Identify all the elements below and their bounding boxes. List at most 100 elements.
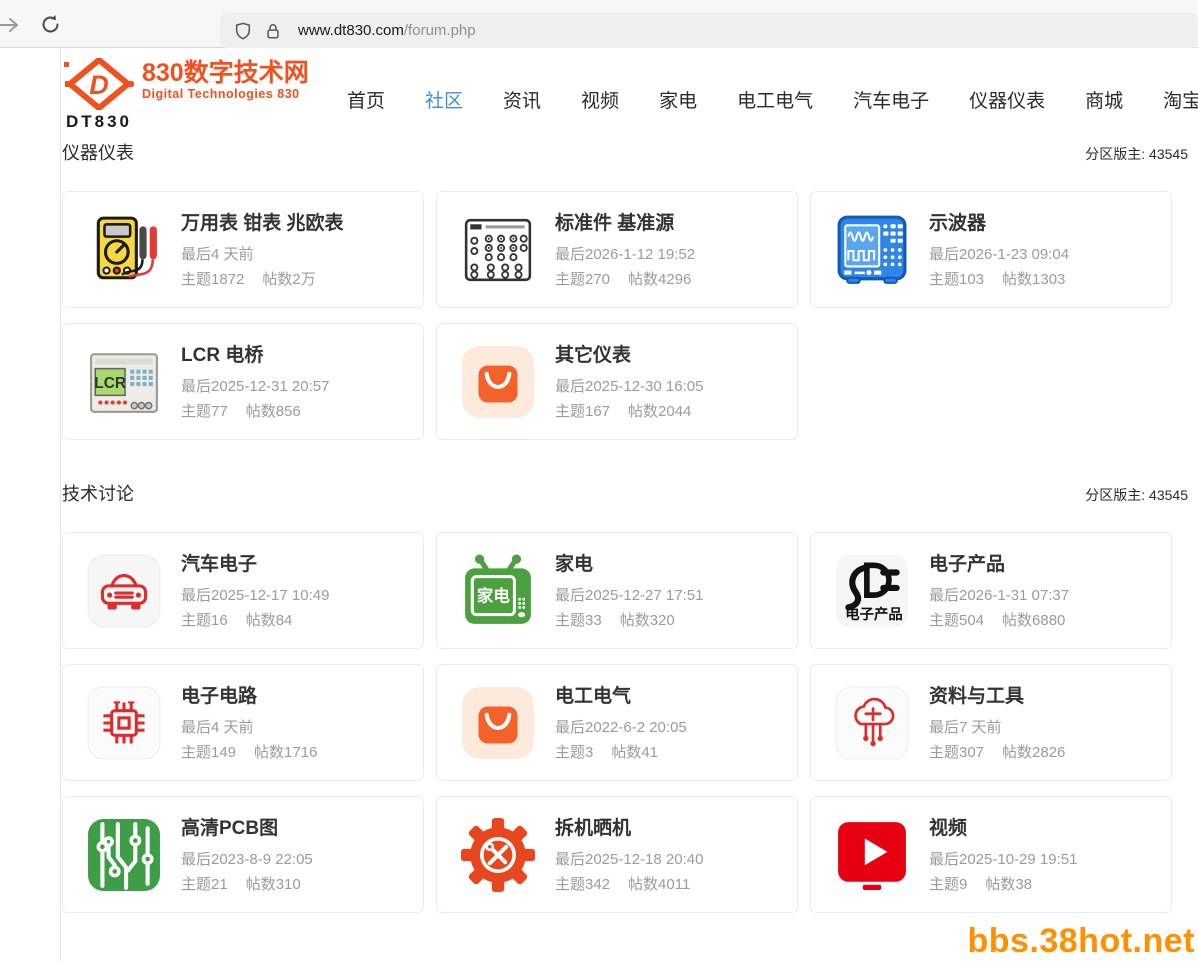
card-topic-count: 主题167: [555, 399, 610, 424]
logo-title: 830数字技术网: [142, 60, 309, 87]
lock-icon[interactable]: [264, 22, 282, 40]
card-text: 标准件 基准源最后2026-1-12 19:52主题270帖数4296: [555, 208, 695, 292]
forum-card[interactable]: 万用表 钳表 兆欧表最后4 天前主题1872帖数2万: [62, 191, 424, 308]
url-text[interactable]: www.dt830.com/forum.php: [298, 22, 476, 39]
card-text: 其它仪表最后2025-12-30 16:05主题167帖数2044: [555, 340, 703, 424]
section-title: 技术讨论: [62, 480, 134, 506]
card-last-post-time: 最后2025-12-31 20:57: [181, 374, 329, 399]
card-title: 家电: [555, 549, 703, 576]
top-navigation: 首页 社区 资讯 视频 家电 电工电气 汽车电子 仪器仪表 商城 淘宝: [347, 86, 1198, 116]
card-text: 示波器最后2026-1-23 09:04主题103帖数1303: [929, 208, 1069, 292]
forum-card[interactable]: 电子产品电子产品最后2026-1-31 07:37主题504帖数6880: [810, 532, 1172, 649]
card-post-count: 帖数2044: [628, 399, 691, 424]
play-icon: [835, 818, 909, 892]
forum-card[interactable]: 视频最后2025-10-29 19:51主题9帖数38: [810, 796, 1172, 913]
card-text: 资料与工具最后7 天前主题307帖数2826: [929, 681, 1065, 765]
forum-card[interactable]: 资料与工具最后7 天前主题307帖数2826: [810, 664, 1172, 781]
card-last-post-time: 最后2026-1-23 09:04: [929, 242, 1069, 267]
pcb-icon: [87, 818, 161, 892]
card-stats: 主题77 帖数856: [181, 399, 329, 424]
card-post-count: 帖数1716: [254, 740, 317, 765]
nav-item-汽车电子[interactable]: 汽车电子: [853, 86, 929, 116]
card-last-post-time: 最后2026-1-12 19:52: [555, 242, 695, 267]
url-host: www.dt830.com: [298, 22, 404, 39]
logo-mark-text: DT830: [66, 112, 132, 132]
card-title: 汽车电子: [181, 549, 329, 576]
card-last-post-time: 最后2025-12-17 10:49: [181, 583, 329, 608]
card-title: 视频: [929, 813, 1077, 840]
card-post-count: 帖数856: [246, 399, 301, 424]
card-post-count: 帖数2万: [262, 267, 315, 292]
card-topic-count: 主题21: [181, 872, 228, 897]
card-last-post-time: 最后2025-10-29 19:51: [929, 847, 1077, 872]
card-last-post-time: 最后2025-12-27 17:51: [555, 583, 703, 608]
card-stats: 主题504 帖数6880: [929, 608, 1069, 633]
card-stats: 主题16帖数84: [181, 608, 329, 633]
site-logo[interactable]: D DT830 830数字技术网 Digital Technologies 83…: [64, 58, 309, 132]
shield-icon[interactable]: [234, 22, 252, 40]
forum-card[interactable]: 汽车电子最后2025-12-17 10:49主题16帖数84: [62, 532, 424, 649]
card-title: 万用表 钳表 兆欧表: [181, 208, 344, 235]
card-stats: 主题21 帖数310: [181, 872, 313, 897]
reference-panel-icon: [461, 213, 535, 287]
card-topic-count: 主题307: [929, 740, 984, 765]
forum-grid: 万用表 钳表 兆欧表最后4 天前主题1872帖数2万标准件 基准源最后2026-…: [62, 191, 1188, 440]
card-text: 电子电路最后4 天前主题149帖数1716: [181, 681, 317, 765]
card-last-post-time: 最后7 天前: [929, 715, 1065, 740]
nav-item-家电[interactable]: 家电: [659, 86, 697, 116]
reload-icon[interactable]: [40, 14, 61, 35]
section-moderator[interactable]: 分区版主: 43545: [1085, 144, 1188, 164]
card-post-count: 帖数310: [246, 872, 301, 897]
card-text: 电工电气最后2022-6-2 20:05主题3帖数41: [555, 681, 687, 765]
oscilloscope-icon: [835, 213, 909, 287]
card-stats: 主题33帖数320: [555, 608, 703, 633]
forward-arrow-icon[interactable]: [0, 17, 20, 33]
card-topic-count: 主题504: [929, 608, 984, 633]
card-post-count: 帖数41: [611, 740, 658, 765]
forum-card[interactable]: LCRLCR 电桥最后2025-12-31 20:57主题77帖数856: [62, 323, 424, 440]
card-title: 标准件 基准源: [555, 208, 695, 235]
forum-section: 技术讨论 分区版主: 43545 汽车电子最后2025-12-17 10:49主题1…: [62, 480, 1188, 913]
logo-subtitle: Digital Technologies 830: [142, 87, 309, 101]
card-last-post-time: 最后2025-12-18 20:40: [555, 847, 703, 872]
forum-card[interactable]: 电子电路最后4 天前主题149帖数1716: [62, 664, 424, 781]
card-post-count: 帖数6880: [1002, 608, 1065, 633]
card-title: 拆机晒机: [555, 813, 703, 840]
forum-card[interactable]: 示波器最后2026-1-23 09:04主题103帖数1303: [810, 191, 1172, 308]
forum-card[interactable]: 标准件 基准源最后2026-1-12 19:52主题270帖数4296: [436, 191, 798, 308]
card-topic-count: 主题33: [555, 608, 602, 633]
card-stats: 主题270帖数4296: [555, 267, 695, 292]
forum-card[interactable]: 拆机晒机最后2025-12-18 20:40主题342帖数4011: [436, 796, 798, 913]
nav-item-商城[interactable]: 商城: [1085, 86, 1123, 116]
card-title: 高清PCB图: [181, 813, 313, 840]
nav-item-视频[interactable]: 视频: [581, 86, 619, 116]
forum-card[interactable]: 家电家电最后2025-12-27 17:51主题33帖数320: [436, 532, 798, 649]
svg-text:D: D: [89, 70, 109, 100]
nav-item-资讯[interactable]: 资讯: [503, 86, 541, 116]
forum-card[interactable]: 电工电气最后2022-6-2 20:05主题3帖数41: [436, 664, 798, 781]
car-icon: [87, 554, 161, 628]
card-stats: 主题342帖数4011: [555, 872, 703, 897]
card-topic-count: 主题77: [181, 399, 228, 424]
url-bar[interactable]: www.dt830.com/forum.php: [220, 13, 1198, 48]
forum-section: 仪器仪表分区版主: 43545万用表 钳表 兆欧表最后4 天前主题1872帖数2…: [62, 139, 1188, 440]
page-left-border: [60, 48, 61, 961]
plug-icon: 电子产品: [835, 554, 909, 628]
lcr-meter-icon: LCR: [87, 345, 161, 419]
svg-text:LCR: LCR: [94, 375, 126, 392]
forum-card[interactable]: 高清PCB图最后2023-8-9 22:05主题21帖数310: [62, 796, 424, 913]
gear-tools-icon: [461, 818, 535, 892]
nav-item-首页[interactable]: 首页: [347, 86, 385, 116]
browser-toolbar: www.dt830.com/forum.php: [0, 0, 1198, 48]
section-moderator[interactable]: 分区版主: 43545: [1085, 485, 1188, 505]
nav-item-淘宝[interactable]: 淘宝: [1163, 86, 1198, 116]
nav-item-社区[interactable]: 社区: [425, 86, 463, 116]
forum-card[interactable]: 其它仪表最后2025-12-30 16:05主题167帖数2044: [436, 323, 798, 440]
card-text: 万用表 钳表 兆欧表最后4 天前主题1872帖数2万: [181, 208, 344, 292]
multimeter-icon: [87, 213, 161, 287]
card-post-count: 帖数38: [985, 872, 1032, 897]
nav-item-仪器仪表[interactable]: 仪器仪表: [969, 86, 1045, 116]
card-post-count: 帖数84: [246, 608, 293, 633]
card-title: 资料与工具: [929, 681, 1065, 708]
nav-item-电工电气[interactable]: 电工电气: [737, 86, 813, 116]
